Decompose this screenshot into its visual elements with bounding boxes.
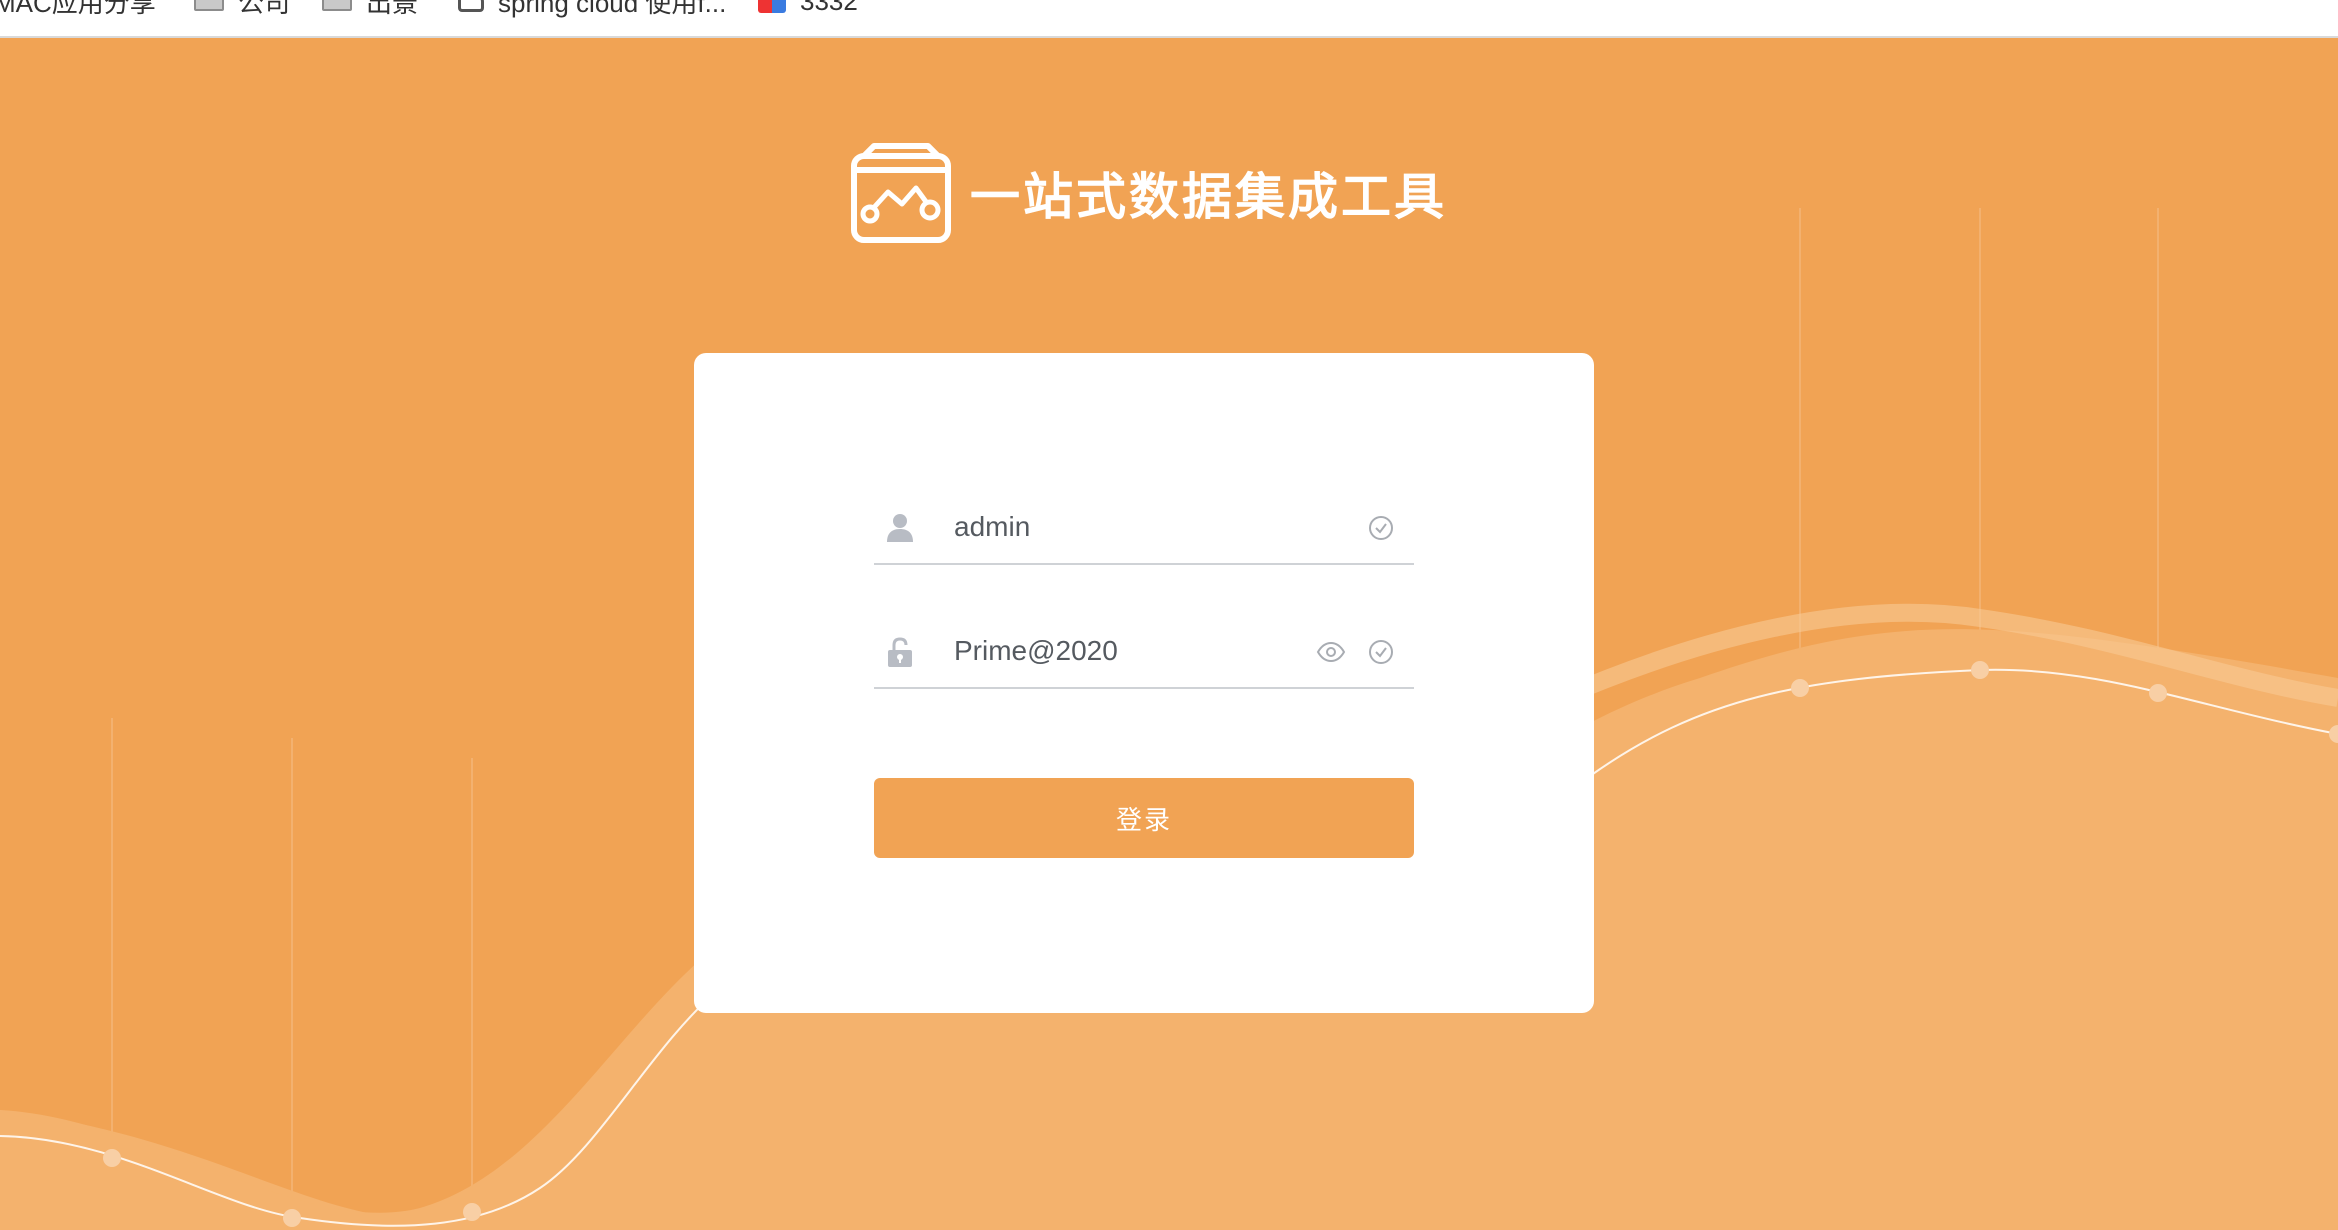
bookmark-label: MAC应用分享 <box>0 0 156 18</box>
username-input[interactable]: admin <box>954 505 1030 549</box>
favicon-icon <box>758 0 786 13</box>
brand-header: 一站式数据集成工具 <box>850 142 1447 244</box>
password-field[interactable]: Prime@2020 <box>874 615 1414 689</box>
user-icon <box>887 514 913 542</box>
username-field[interactable]: admin <box>874 491 1414 565</box>
check-circle-icon <box>1369 640 1393 664</box>
bookmark-label: spring cloud 使用f... <box>498 0 727 18</box>
eye-icon[interactable] <box>1316 641 1346 663</box>
unlock-icon <box>888 637 912 667</box>
folder-icon <box>322 0 352 11</box>
login-card: admin Prime@2020 登录 <box>694 353 1594 1013</box>
login-button[interactable]: 登录 <box>874 778 1414 858</box>
data-chart-box-icon <box>851 143 951 243</box>
bookmark-spring-cloud[interactable]: spring cloud 使用f... <box>458 0 726 18</box>
bookmark-3332[interactable]: 3332 <box>758 0 858 16</box>
check-circle-icon <box>1369 516 1393 540</box>
app-title: 一站式数据集成工具 <box>970 168 1447 226</box>
bookmark-label: 3332 <box>800 0 858 16</box>
folder-icon <box>194 0 224 11</box>
bookmarks-bar: MAC应用分享 公司 出景 spring cloud 使用f... 3332 <box>0 0 2338 38</box>
bookmark-mac-apps[interactable]: MAC应用分享 <box>0 0 156 18</box>
link-icon <box>458 0 484 12</box>
bookmark-label: 公司 <box>238 0 291 18</box>
bookmark-outing[interactable]: 出景 <box>322 0 418 18</box>
bookmark-company[interactable]: 公司 <box>194 0 290 18</box>
bookmark-label: 出景 <box>366 0 419 18</box>
password-input[interactable]: Prime@2020 <box>954 629 1118 673</box>
